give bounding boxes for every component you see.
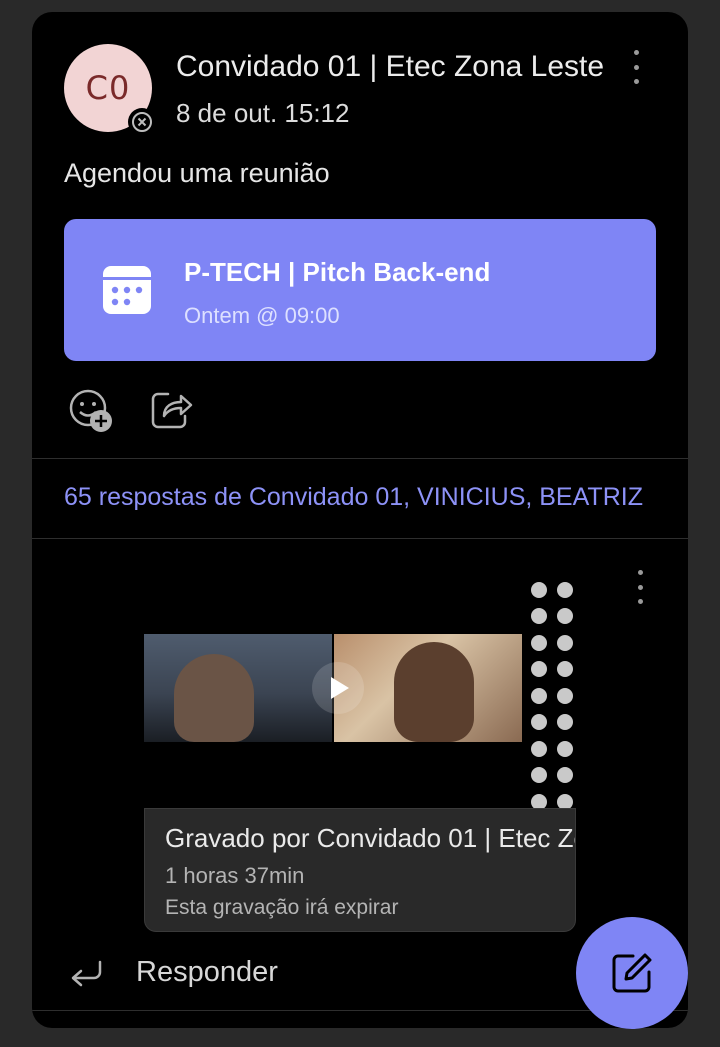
message-text: Agendou uma reunião <box>64 158 330 188</box>
sender-name[interactable]: Convidado 01 | Etec Zona Leste <box>176 50 616 84</box>
post-timestamp: 8 de out. 15:12 <box>176 98 350 128</box>
recording-details[interactable]: Gravado por Convidado 01 | Etec Zona Les… <box>144 808 576 932</box>
recording-more-options-icon[interactable] <box>628 570 652 604</box>
meeting-time: Ontem @ 09:00 <box>184 303 340 328</box>
thread-replies-link[interactable]: 65 respostas de Convidado 01, VINICIUS, … <box>64 483 656 512</box>
meeting-title: P-TECH | Pitch Back-end <box>184 257 491 287</box>
divider <box>32 458 688 459</box>
play-icon[interactable] <box>312 662 364 714</box>
video-tile <box>144 634 332 742</box>
recording-duration: 1 horas 37min <box>165 863 305 888</box>
share-icon[interactable] <box>150 388 194 435</box>
new-post-button[interactable] <box>576 917 688 1029</box>
recorded-by: Gravado por Convidado 01 | Etec Zona Les… <box>165 823 575 853</box>
recording-expiry-note: Esta gravação irá expirar <box>165 896 399 919</box>
add-reaction-icon[interactable] <box>68 388 114 439</box>
participant-strip <box>528 582 576 812</box>
avatar-initials: C0 <box>85 69 131 107</box>
meeting-card[interactable]: P-TECH | Pitch Back-end Ontem @ 09:00 <box>64 219 656 361</box>
reply-button[interactable]: Responder <box>136 956 278 989</box>
more-options-icon[interactable] <box>624 50 648 84</box>
divider <box>32 538 688 539</box>
reply-arrow-icon[interactable] <box>68 958 104 993</box>
recording-thumbnail[interactable] <box>144 572 576 822</box>
message-card: C0 Convidado 01 | Etec Zona Leste 8 de o… <box>32 12 688 1028</box>
compose-icon <box>612 953 652 993</box>
calendar-icon <box>102 265 152 320</box>
offline-status-icon <box>128 108 156 136</box>
